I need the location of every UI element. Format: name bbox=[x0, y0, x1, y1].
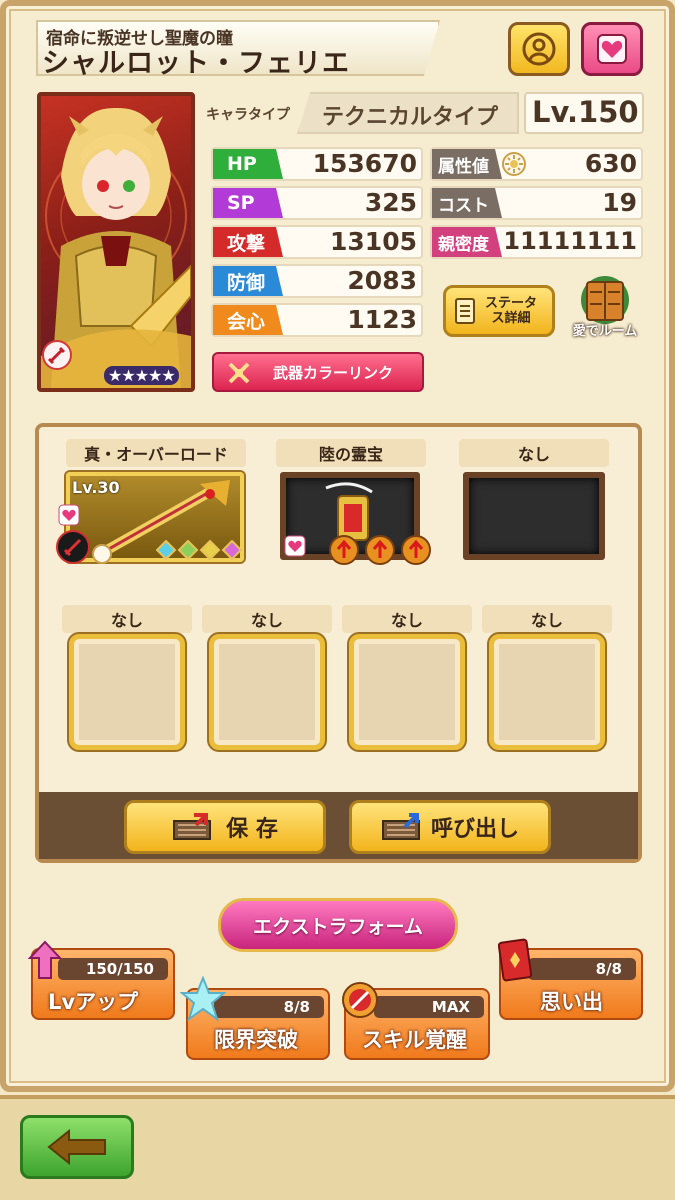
treasure-heart-icon bbox=[284, 535, 306, 561]
treasure-slot-label: 陸の霊宝 bbox=[276, 439, 426, 467]
skill-orb-icon bbox=[340, 980, 380, 1024]
stat-value-defense: 2083 bbox=[347, 266, 417, 295]
weapon-color-link-button[interactable]: 武器カラーリンク bbox=[212, 352, 424, 392]
save-button[interactable]: 保 存 bbox=[124, 800, 326, 854]
stat-label-hp: HP bbox=[213, 149, 283, 179]
load-label: 呼び出し bbox=[430, 817, 519, 842]
character-name: シャルロット・フェリエ bbox=[42, 48, 350, 79]
save-box-icon bbox=[173, 813, 212, 840]
weapon-level: Lv.30 bbox=[72, 478, 120, 497]
sub-slot-2[interactable] bbox=[209, 634, 325, 750]
weapon-slot-label: 真・オーバーロード bbox=[66, 439, 246, 467]
stat-value-hp: 153670 bbox=[312, 149, 417, 178]
back-arrow-icon bbox=[47, 1128, 106, 1166]
extra-slot[interactable] bbox=[463, 472, 605, 560]
favorite-button[interactable] bbox=[581, 22, 643, 76]
stat-label-affinity: 親密度 bbox=[432, 227, 502, 257]
limit-break-progress: 8/8 bbox=[214, 996, 324, 1018]
stat-label-sp: SP bbox=[213, 188, 283, 218]
weapon-category-icon bbox=[56, 530, 90, 564]
stat-label-defense: 防御 bbox=[213, 266, 283, 296]
skill-awaken-label: スキル覚醒 bbox=[362, 1028, 467, 1052]
character-type-label: キャラタイプ bbox=[206, 107, 290, 123]
crossed-swords-icon bbox=[226, 360, 252, 390]
save-label: 保 存 bbox=[226, 817, 278, 842]
level-up-label: Lvアップ bbox=[48, 990, 139, 1014]
stat-value-critical: 1123 bbox=[347, 305, 417, 334]
character-type-value: テクニカルタイプ bbox=[322, 105, 499, 130]
extra-slot-label: なし bbox=[459, 439, 609, 467]
memories-progress: 8/8 bbox=[528, 958, 636, 980]
sub-slot-1[interactable] bbox=[69, 634, 185, 750]
back-button[interactable] bbox=[20, 1115, 134, 1179]
card-icon bbox=[497, 938, 533, 986]
person-icon bbox=[522, 32, 556, 66]
door-icon bbox=[581, 276, 629, 324]
profile-button[interactable] bbox=[508, 22, 570, 76]
sub-slot-3-label: なし bbox=[342, 605, 472, 633]
stat-value-attribute: 630 bbox=[584, 149, 637, 178]
weapon-type-icon bbox=[42, 340, 72, 370]
sub-slot-3[interactable] bbox=[349, 634, 465, 750]
up-arrow-icon bbox=[27, 940, 63, 984]
extra-form-label: エクストラフォーム bbox=[253, 915, 423, 938]
status-detail-label: ステータス詳細 bbox=[484, 296, 537, 326]
stat-value-sp: 325 bbox=[364, 188, 417, 217]
love-room-label: 愛でルーム bbox=[572, 324, 638, 339]
rarity-stars: ★★★★★ bbox=[104, 366, 179, 385]
crystal-star-icon bbox=[179, 975, 227, 1026]
stat-value-cost: 19 bbox=[602, 188, 637, 217]
sub-slot-4[interactable] bbox=[489, 634, 605, 750]
stat-label-critical: 会心 bbox=[213, 305, 283, 335]
weapon-heart-icon bbox=[58, 504, 80, 530]
weapon-attribute-icon bbox=[92, 544, 112, 564]
load-button[interactable]: 呼び出し bbox=[349, 800, 551, 854]
stat-label-attribute: 属性値 bbox=[432, 149, 502, 179]
stat-value-affinity: 11111111 bbox=[503, 227, 637, 255]
weapon-gem-icons bbox=[155, 539, 243, 564]
heart-icon bbox=[597, 34, 627, 64]
list-icon bbox=[455, 298, 475, 324]
level-up-progress: 150/150 bbox=[58, 958, 168, 980]
weapon-color-link-label: 武器カラーリンク bbox=[272, 363, 393, 382]
character-level: Lv.150 bbox=[532, 95, 639, 129]
stat-label-cost: コスト bbox=[432, 188, 502, 218]
treasure-boost-icons bbox=[328, 534, 432, 570]
love-room-button[interactable]: 愛でルーム bbox=[568, 272, 642, 342]
extra-form-button[interactable]: エクストラフォーム bbox=[218, 898, 458, 952]
sub-slot-2-label: なし bbox=[202, 605, 332, 633]
memories-label: 思い出 bbox=[540, 990, 603, 1014]
stat-value-attack: 13105 bbox=[330, 227, 417, 256]
load-box-icon bbox=[381, 813, 420, 840]
sub-slot-1-label: なし bbox=[62, 605, 192, 633]
status-detail-button[interactable]: ステータス詳細 bbox=[443, 285, 555, 337]
skill-awaken-progress: MAX bbox=[374, 996, 484, 1018]
sub-slot-4-label: なし bbox=[482, 605, 612, 633]
limit-break-label: 限界突破 bbox=[214, 1028, 298, 1052]
stat-label-attack: 攻撃 bbox=[213, 227, 283, 257]
light-attribute-icon bbox=[502, 152, 526, 176]
